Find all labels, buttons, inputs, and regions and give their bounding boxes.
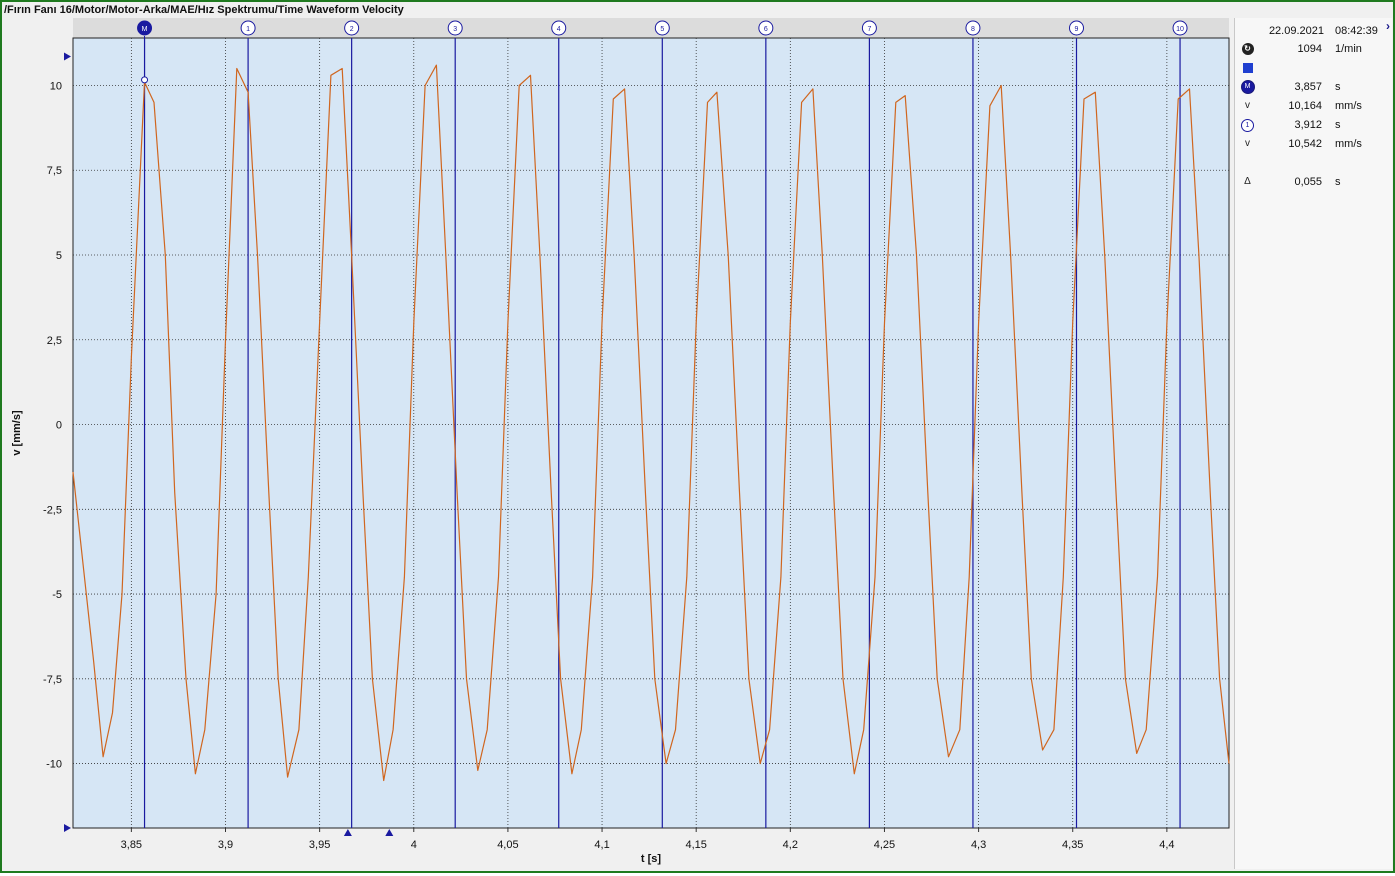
x-tick-label: 4,4 <box>1159 839 1174 851</box>
cursor-handle-label: 1 <box>246 26 250 33</box>
y-tick-label: 0 <box>56 420 62 432</box>
rpm-unit: 1/min <box>1335 43 1362 55</box>
y-tick-label: 5 <box>56 250 62 262</box>
cursor-m-time-row: M 3,857 s <box>1235 78 1392 96</box>
cursor-m-value: 10,164 <box>1288 100 1322 112</box>
chart-title: /Fırın Fanı 16/Motor/Motor-Arka/MAE/Hız … <box>4 4 404 16</box>
y-tick-label: 2,5 <box>47 335 62 347</box>
cursor-handle-1[interactable]: 1 <box>240 20 256 36</box>
x-tick-label: 4,3 <box>971 839 986 851</box>
x-range-marker-icon <box>385 829 394 836</box>
cursor-m-value-row: v 10,164 mm/s <box>1235 97 1392 115</box>
cursor-handle-label: 5 <box>660 26 664 33</box>
delta-label: Δ <box>1244 176 1251 187</box>
x-tick-label: 4,2 <box>783 839 798 851</box>
x-range-marker-icon <box>343 829 352 836</box>
waveform-chart[interactable]: 3,85 3,9 3,95 4 4,05 4,1 4,15 4,2 4,25 4,3 4,35 4,4… <box>2 18 1232 871</box>
y-tick-label: -2,5 <box>43 504 62 516</box>
x-axis-label: t [s] <box>641 853 662 865</box>
rpm-icon: ↻ <box>1240 42 1255 56</box>
rpm-row: ↻ 1094 1/min <box>1235 40 1392 58</box>
cursor-handle-label: 2 <box>350 26 354 33</box>
cursor-handle-2[interactable]: 2 <box>344 20 360 36</box>
y-tick-label: 10 <box>50 80 62 92</box>
cursor-handle-3[interactable]: 3 <box>447 20 463 36</box>
time-value: 08:42:39 <box>1335 25 1378 37</box>
x-tick-label: 3,85 <box>121 839 142 851</box>
cursor-handle-label: 3 <box>453 26 457 33</box>
y-tick-label: -10 <box>46 759 62 771</box>
cursor-handle-8[interactable]: 8 <box>965 20 981 36</box>
cursor-m-v-label: v <box>1245 100 1250 111</box>
cursor-1-time: 3,912 <box>1294 119 1322 131</box>
y-tick-label: 7,5 <box>47 165 62 177</box>
cursor-handle-label: 4 <box>557 26 561 33</box>
cursor-handle-7[interactable]: 7 <box>861 20 877 36</box>
x-tick-label: 4,15 <box>685 839 706 851</box>
cursor-handle-m[interactable]: M <box>137 20 153 36</box>
cursor-handle-label: 8 <box>971 26 975 33</box>
cursor-handle-label: 10 <box>1176 26 1184 33</box>
x-tick-label: 4,05 <box>497 839 518 851</box>
legend-row <box>1235 59 1392 77</box>
cursor-handle-label: M <box>142 26 148 33</box>
date-time-row: 22.09.2021 08:42:39 <box>1235 22 1392 40</box>
cursor-handle-6[interactable]: 6 <box>758 20 774 36</box>
cursor-handle-label: 7 <box>867 26 871 33</box>
cursor-m-icon[interactable]: M <box>1240 80 1255 94</box>
cursor-1-value-unit: mm/s <box>1335 138 1362 150</box>
cursor-handle-label: 6 <box>764 26 768 33</box>
cursor-handle-4[interactable]: 4 <box>551 20 567 36</box>
y-axis-label: v [mm/s] <box>11 410 23 456</box>
cursor-1-v-label: v <box>1245 138 1250 149</box>
y-tick-label: -5 <box>52 589 62 601</box>
x-tick-label: 3,9 <box>218 839 233 851</box>
x-tick-label: 4,1 <box>594 839 609 851</box>
cursor-m-value-unit: mm/s <box>1335 100 1362 112</box>
blue-square-icon <box>1240 61 1255 75</box>
window-frame: /Fırın Fanı 16/Motor/Motor-Arka/MAE/Hız … <box>0 0 1395 873</box>
cursor-1-time-row: 1 3,912 s <box>1235 116 1392 134</box>
delta-row: Δ 0,055 s <box>1235 173 1392 191</box>
x-tick-label: 4 <box>411 839 417 851</box>
date-value: 22.09.2021 <box>1268 25 1324 37</box>
x-tick-label: 4,25 <box>874 839 895 851</box>
cursor-1-value-row: v 10,542 mm/s <box>1235 135 1392 153</box>
cursor-m-time: 3,857 <box>1294 81 1322 93</box>
cursor-1-icon[interactable]: 1 <box>1240 118 1255 132</box>
chart-area[interactable]: 3,85 3,9 3,95 4 4,05 4,1 4,15 4,2 4,25 4,3 4,35 4,4… <box>2 18 1232 871</box>
y-tick-label: -7,5 <box>43 674 62 686</box>
delta-unit: s <box>1335 176 1341 188</box>
marker-point <box>141 76 149 84</box>
cursor-handle-9[interactable]: 9 <box>1068 20 1084 36</box>
x-tick-label: 3,95 <box>309 839 330 851</box>
cursor-1-time-unit: s <box>1335 119 1341 131</box>
cursor-1-value: 10,542 <box>1288 138 1322 150</box>
y-lower-arrow-icon <box>64 824 71 832</box>
rpm-value: 1094 <box>1297 43 1322 55</box>
cursor-handle-10[interactable]: 10 <box>1172 20 1188 36</box>
y-upper-arrow-icon <box>64 52 71 61</box>
delta-value: 0,055 <box>1294 176 1322 188</box>
cursor-handle-5[interactable]: 5 <box>654 20 670 36</box>
x-tick-label: 4,35 <box>1062 839 1083 851</box>
cursor-info-panel: › 22.09.2021 08:42:39 ↻ 1094 1/min M 3,8… <box>1234 18 1392 869</box>
cursor-handle-label: 9 <box>1075 26 1079 33</box>
cursor-m-time-unit: s <box>1335 81 1341 93</box>
